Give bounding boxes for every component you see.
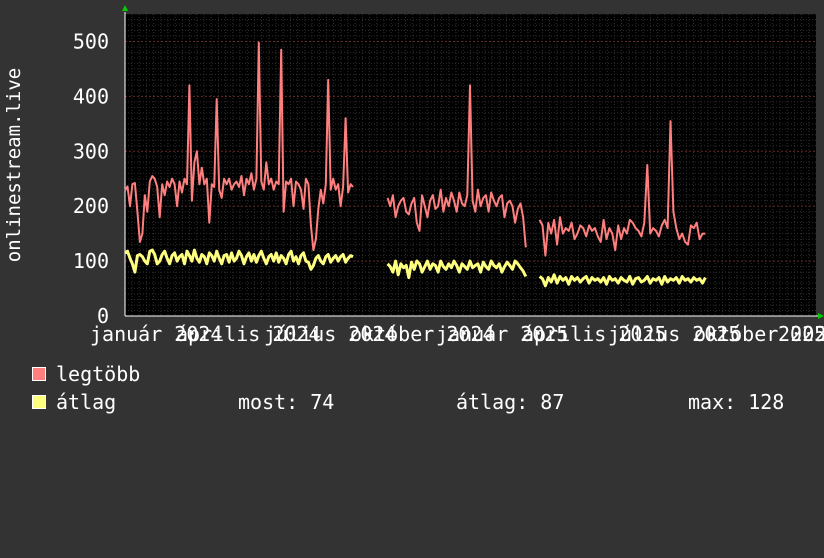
stat-average: átlag: 87 xyxy=(456,390,565,414)
legend-swatch-avg xyxy=(32,395,46,409)
y-tick-label: 300 xyxy=(73,139,109,163)
stat-max: max: 128 xyxy=(688,390,785,414)
y-axis-label: onlinestream.live xyxy=(3,68,25,262)
y-tick-label: 100 xyxy=(73,249,109,273)
legend-item-max: legtöbb xyxy=(32,362,232,386)
x-axis-arrow xyxy=(818,313,824,319)
y-tick-label: 500 xyxy=(73,29,109,53)
stat-now: most: 74 xyxy=(238,390,335,414)
y-axis-arrow xyxy=(122,5,128,11)
legend-label-avg: átlag xyxy=(56,390,117,414)
legend-label-max: legtöbb xyxy=(56,362,141,386)
legend-swatch-max xyxy=(32,367,46,381)
y-tick-label: 200 xyxy=(73,194,109,218)
legend-item-avg: átlag most: 74 átlag: 87 max: 128 xyxy=(32,390,812,414)
x-tick-label: 2025 xyxy=(778,322,824,346)
y-tick-label: 400 xyxy=(73,84,109,108)
chart-container: 0 100 200 300 400 500 január 2024 április 2024 j… xyxy=(0,0,824,430)
